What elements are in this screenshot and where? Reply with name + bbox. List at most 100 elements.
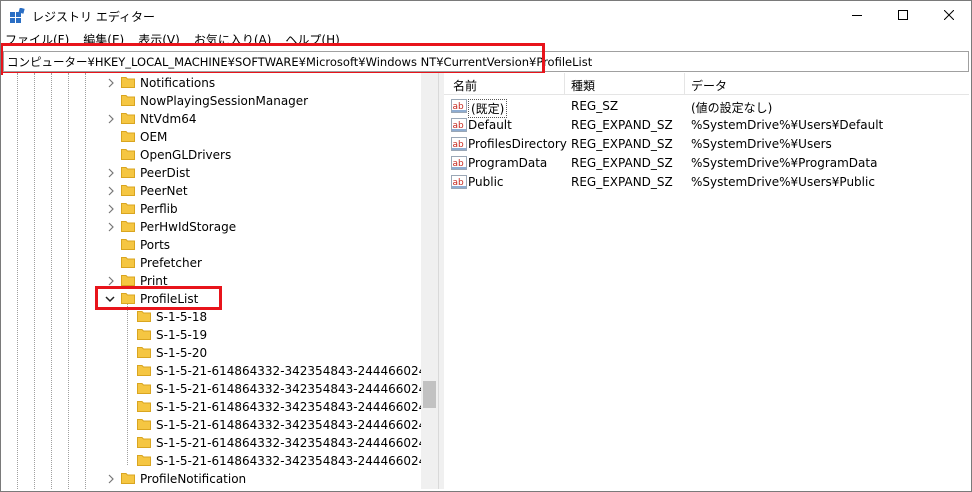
value-type: REG_EXPAND_SZ: [571, 156, 673, 170]
tree-item[interactable]: S-1-5-21-614864332-342354843-2444660243-…: [3, 452, 438, 470]
tree-item[interactable]: NowPlayingSessionManager: [3, 92, 421, 110]
tree-scrollbar[interactable]: [421, 73, 438, 489]
tree-item-label: S-1-5-19: [156, 328, 208, 342]
value-row[interactable]: ab Default REG_EXPAND_SZ %SystemDrive%¥User…: [444, 116, 969, 135]
chevron-right-icon[interactable]: [107, 474, 115, 484]
key-tree-pane[interactable]: Notifications NowPlayingSessionManager NtV…: [3, 73, 439, 489]
tree-item-label: S-1-5-21-614864332-342354843-2444660243-…: [156, 382, 439, 396]
close-icon: [944, 10, 954, 20]
folder-icon: [121, 275, 135, 286]
maximize-button[interactable]: [880, 0, 926, 30]
tree-item-label: NowPlayingSessionManager: [140, 94, 309, 108]
chevron-right-icon[interactable]: [107, 276, 115, 286]
tree-item-label: S-1-5-21-614864332-342354843-2444660243-…: [156, 364, 439, 378]
minimize-icon: [852, 15, 862, 16]
tree-item[interactable]: S-1-5-18: [3, 308, 421, 326]
column-header-data[interactable]: データ: [691, 77, 727, 94]
value-data: %SystemDrive%¥Users¥Default: [691, 118, 884, 132]
tree-item-label: Perflib: [140, 202, 178, 216]
folder-icon: [137, 437, 151, 448]
values-list-pane[interactable]: 名前 種類 データ ab (既定) REG_SZ (値の設定なし) ab Default R…: [444, 73, 969, 489]
folder-icon: [121, 257, 135, 268]
tree-item-label: S-1-5-21-614864332-342354843-2444660243-…: [156, 436, 439, 450]
value-type: REG_EXPAND_SZ: [571, 137, 673, 151]
maximize-icon: [898, 10, 908, 20]
tree-item[interactable]: ProfileNotification: [3, 470, 421, 488]
value-row[interactable]: ab ProfilesDirectory REG_EXPAND_SZ %SystemD…: [444, 135, 969, 154]
chevron-right-icon[interactable]: [107, 168, 115, 178]
column-separator[interactable]: [684, 73, 685, 95]
profilelist-highlight-box: [95, 286, 222, 310]
string-value-icon: ab: [451, 99, 467, 113]
folder-icon: [121, 149, 135, 160]
tree-item[interactable]: Perflib: [3, 200, 421, 218]
tree-item[interactable]: S-1-5-20: [3, 344, 421, 362]
address-highlight-box: [0, 43, 545, 75]
tree-item[interactable]: S-1-5-19: [3, 326, 421, 344]
value-data: %SystemDrive%¥Users: [691, 137, 832, 151]
folder-icon: [121, 473, 135, 484]
folder-icon: [121, 203, 135, 214]
tree-item[interactable]: S-1-5-21-614864332-342354843-2444660243-…: [3, 416, 438, 434]
tree-item-label: OpenGLDrivers: [140, 148, 232, 162]
value-row[interactable]: ab ProgramData REG_EXPAND_SZ %SystemDrive%¥…: [444, 154, 969, 173]
tree-item[interactable]: Prefetcher: [3, 254, 421, 272]
minimize-button[interactable]: [834, 0, 880, 30]
value-type: REG_EXPAND_SZ: [571, 118, 673, 132]
value-name: Default: [468, 118, 512, 132]
tree-item-label: Ports: [140, 238, 171, 252]
tree-item-label: S-1-5-21-614864332-342354843-2444660243-…: [156, 454, 439, 468]
tree-scroll-thumb[interactable]: [423, 381, 436, 408]
tree-item-label: PeerNet: [140, 184, 188, 198]
folder-icon: [121, 77, 135, 88]
key-tree: Notifications NowPlayingSessionManager NtV…: [3, 73, 438, 489]
chevron-right-icon[interactable]: [107, 186, 115, 196]
string-value-icon: ab: [451, 118, 467, 132]
tree-item[interactable]: Ports: [3, 236, 421, 254]
tree-item[interactable]: PeerDist: [3, 164, 421, 182]
value-data: %SystemDrive%¥Users¥Public: [691, 175, 875, 189]
tree-item[interactable]: Notifications: [3, 74, 421, 92]
chevron-right-icon[interactable]: [107, 222, 115, 232]
window-title: レジストリ エディター: [32, 10, 155, 24]
folder-icon: [121, 185, 135, 196]
chevron-right-icon[interactable]: [107, 78, 115, 88]
folder-icon: [121, 131, 135, 142]
folder-icon: [137, 401, 151, 412]
column-header-name[interactable]: 名前: [453, 77, 477, 94]
value-type: REG_EXPAND_SZ: [571, 175, 673, 189]
tree-item[interactable]: NtVdm64: [3, 110, 421, 128]
folder-icon: [137, 311, 151, 322]
chevron-right-icon[interactable]: [107, 114, 115, 124]
tree-item[interactable]: S-1-5-21-614864332-342354843-2444660243-…: [3, 434, 438, 452]
tree-item[interactable]: OEM: [3, 128, 421, 146]
tree-item-label: PerHwIdStorage: [140, 220, 237, 234]
folder-icon: [121, 95, 135, 106]
tree-item[interactable]: S-1-5-21-614864332-342354843-2444660243-…: [3, 398, 438, 416]
close-button[interactable]: [926, 0, 972, 30]
tree-item[interactable]: PerHwIdStorage: [3, 218, 421, 236]
column-separator[interactable]: [564, 73, 565, 95]
value-row[interactable]: ab (既定) REG_SZ (値の設定なし): [444, 97, 969, 118]
value-data: (値の設定なし): [691, 101, 773, 115]
value-type: REG_SZ: [571, 99, 619, 113]
tree-item[interactable]: OpenGLDrivers: [3, 146, 421, 164]
tree-item-label: ProfileNotification: [140, 472, 247, 486]
folder-icon: [137, 329, 151, 340]
tree-item-label: Prefetcher: [140, 256, 202, 270]
tree-item[interactable]: S-1-5-21-614864332-342354843-2444660243-…: [3, 362, 438, 380]
folder-icon: [137, 419, 151, 430]
string-value-icon: ab: [451, 175, 467, 189]
column-header-type[interactable]: 種類: [571, 77, 595, 94]
chevron-right-icon[interactable]: [107, 204, 115, 214]
tree-item-label: S-1-5-20: [156, 346, 208, 360]
folder-icon: [121, 113, 135, 124]
tree-item[interactable]: PeerNet: [3, 182, 421, 200]
folder-icon: [137, 365, 151, 376]
tree-item[interactable]: S-1-5-21-614864332-342354843-2444660243-…: [3, 380, 438, 398]
value-name: ProgramData: [468, 156, 548, 170]
value-row[interactable]: ab Public REG_EXPAND_SZ %SystemDrive%¥Users…: [444, 173, 969, 192]
value-data: %SystemDrive%¥ProgramData: [691, 156, 878, 170]
folder-icon: [121, 221, 135, 232]
tree-item-label: S-1-5-18: [156, 310, 208, 324]
